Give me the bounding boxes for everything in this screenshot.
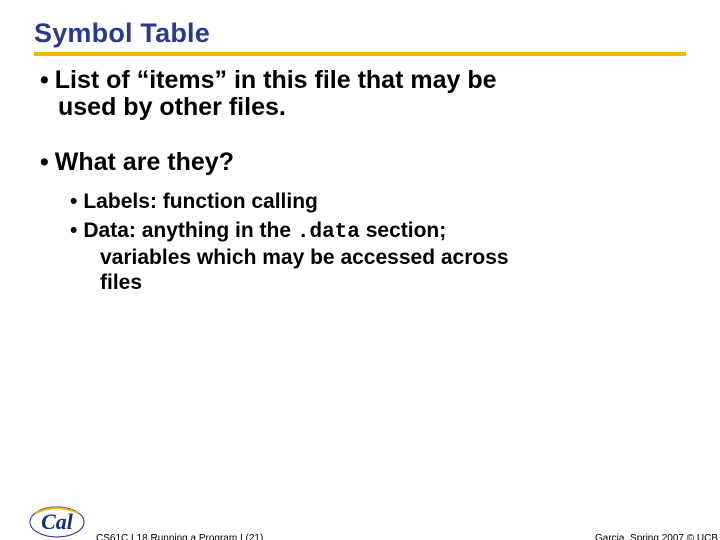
code-text: .data — [297, 221, 360, 244]
bullet-icon: • — [40, 66, 49, 94]
footer: Cal CS61C L18 Running a Program I (21) G… — [0, 502, 720, 540]
bullet-text-part: Data: anything in the — [83, 219, 297, 242]
slide-title: Symbol Table — [34, 18, 686, 49]
slide: Symbol Table •List of “items” in this fi… — [0, 18, 720, 540]
bullet-text-cont: files — [70, 271, 680, 296]
bullet-text-cont: used by other files. — [40, 93, 680, 122]
bullet-text-part: section; — [360, 219, 446, 242]
footer-right-text: Garcia, Spring 2007 © UCB — [595, 533, 718, 540]
bullet-level2: • Data: anything in the .data section; va… — [70, 219, 680, 295]
bullet-text: List of “items” in this file that may be — [55, 66, 497, 94]
title-underline — [34, 52, 686, 56]
bullet-level2: • Labels: function calling — [70, 190, 680, 215]
bullet-level1: •What are they? — [40, 148, 680, 177]
bullet-text-cont: variables which may be accessed across — [70, 246, 680, 271]
sub-bullets: • Labels: function calling • Data: anythin… — [70, 190, 680, 295]
slide-body: •List of “items” in this file that may b… — [40, 66, 680, 295]
bullet-text: Labels: function calling — [83, 190, 318, 213]
title-block: Symbol Table — [34, 18, 686, 56]
bullet-text: What are they? — [55, 148, 234, 176]
cal-logo: Cal — [28, 501, 86, 540]
svg-text:Cal: Cal — [41, 509, 74, 534]
bullet-level1: •List of “items” in this file that may b… — [40, 66, 680, 122]
footer-left-text: CS61C L18 Running a Program I (21) — [96, 533, 263, 540]
bullet-icon: • — [40, 148, 49, 176]
bullet-icon: • — [70, 190, 77, 213]
bullet-icon: • — [70, 219, 77, 242]
